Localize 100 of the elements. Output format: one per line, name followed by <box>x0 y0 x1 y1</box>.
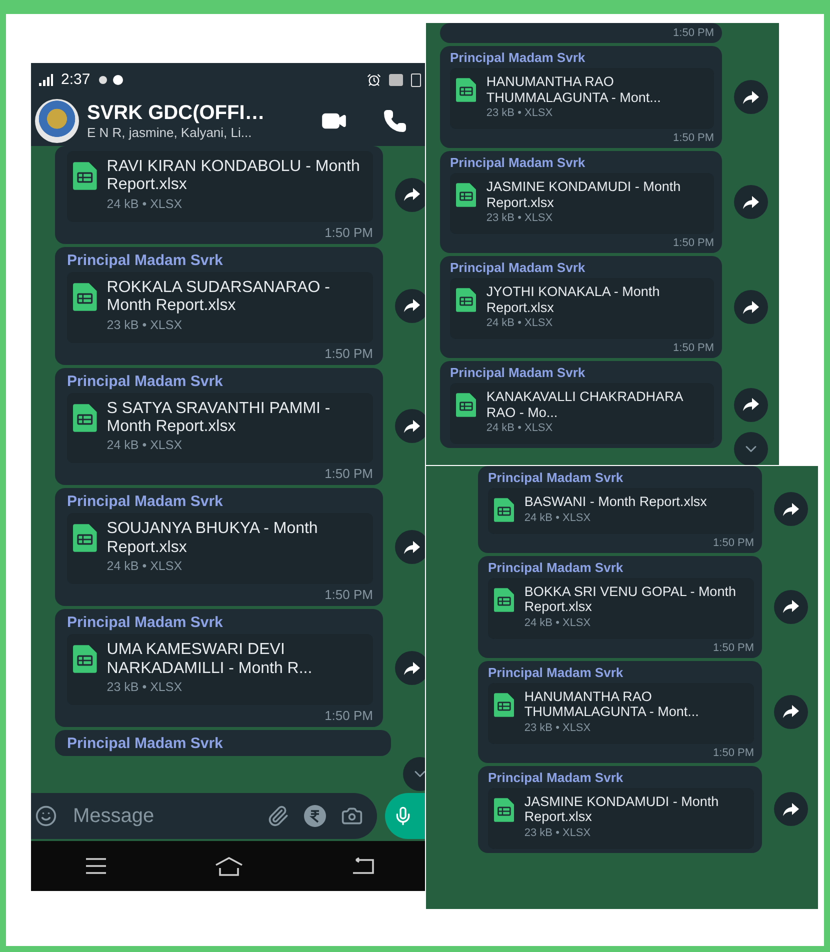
message-bubble[interactable]: RAVI KIRAN KONDABOLU - Month Report.xlsx 24 kB • XLSX 1:50 PM <box>55 146 383 244</box>
forward-button[interactable] <box>734 290 768 324</box>
message-bubble[interactable]: 1:50 PM <box>440 23 722 43</box>
message-time: 1:50 PM <box>673 132 714 144</box>
notification-icon <box>98 74 124 86</box>
forward-button[interactable] <box>774 694 808 729</box>
spreadsheet-file-icon <box>73 645 97 674</box>
scroll-down-button[interactable] <box>734 432 768 466</box>
rupee-icon[interactable] <box>303 804 327 828</box>
file-name: JASMINE KONDAMUDI - Month Report.xlsx <box>524 794 720 825</box>
message-time: 1:50 PM <box>713 642 754 654</box>
forward-button[interactable] <box>774 792 808 826</box>
home-icon[interactable] <box>214 856 244 876</box>
file-attachment[interactable]: BOKKA SRI VENU GOPAL - Month Report.xlsx 24 kB • XLSX <box>488 578 754 639</box>
message-bubble[interactable]: Principal Madam Svrk JASMINE KONDAMUDI - Month Report.xlsx 23 kB • XLSX <box>478 766 762 853</box>
spreadsheet-file-icon <box>494 692 514 717</box>
file-attachment[interactable]: JASMINE KONDAMUDI - Month Report.xlsx 23 kB • XLSX <box>488 788 754 849</box>
message-bubble[interactable]: Principal Madam Svrk HANUMANTHA RAO THUMMALAGUNTA - Mont... 23 kB • XLSX 1:50 PM <box>440 46 722 148</box>
file-attachment[interactable]: S SATYA SRAVANTHI PAMMI - Month Report.xlsx 24 kB • XLSX <box>67 392 373 464</box>
phone-call-icon[interactable] <box>383 109 407 133</box>
message-time: 1:50 PM <box>673 237 714 250</box>
file-name: BASWANI - Month Report.xlsx <box>524 494 708 510</box>
attach-icon[interactable] <box>267 805 289 827</box>
forward-button[interactable] <box>734 185 768 220</box>
sender-name: Principal Madam Svrk <box>67 252 224 269</box>
message-field[interactable]: Message <box>31 793 377 839</box>
group-title[interactable]: SVRK GDC(OFFI… <box>87 102 299 125</box>
message-time: 1:50 PM <box>713 746 754 759</box>
emoji-icon[interactable] <box>35 805 57 827</box>
file-attachment[interactable]: UMA KAMESWARI DEVI NARKADAMILLI - Month R... 23 kB • XLSX <box>67 634 373 705</box>
file-attachment[interactable]: RAVI KIRAN KONDABOLU - Month Report.xlsx 24 kB • XLSX <box>67 151 373 222</box>
forward-button[interactable] <box>734 80 768 114</box>
forward-arrow-icon <box>404 299 420 312</box>
file-name: ROKKALA SUDARSANARAO - Month Report.xlsx <box>106 278 331 316</box>
file-size: 23 kB • XLSX <box>524 826 592 839</box>
file-attachment[interactable]: ROKKALA SUDARSANARAO - Month Report.xlsx 23 kB • XLSX <box>67 272 373 343</box>
file-name: HANUMANTHA RAO THUMMALAGUNTA - Mont... <box>524 688 700 720</box>
camera-icon[interactable] <box>341 805 363 827</box>
back-icon[interactable] <box>351 857 376 875</box>
forward-arrow-icon <box>404 420 420 433</box>
file-attachment[interactable]: HANUMANTHA RAO THUMMALAGUNTA - Mont... 23 kB • XLSX <box>488 682 754 744</box>
file-size: 23 kB • XLSX <box>486 107 554 120</box>
file-name: JASMINE KONDAMUDI - Month Report.xlsx <box>486 179 682 210</box>
file-attachment[interactable]: JASMINE KONDAMUDI - Month Report.xlsx 23 kB • XLSX <box>450 173 714 234</box>
spreadsheet-file-icon <box>494 498 514 522</box>
sender-name: Principal Madam Svrk <box>67 372 224 390</box>
group-avatar[interactable] <box>35 99 79 143</box>
message-time: 1:50 PM <box>324 224 373 240</box>
spreadsheet-file-icon <box>73 524 97 552</box>
file-size: 24 kB • XLSX <box>524 512 592 524</box>
file-size: 23 kB • XLSX <box>106 680 184 694</box>
file-size: 24 kB • XLSX <box>106 196 184 211</box>
file-attachment[interactable]: SOUJANYA BHUKYA - Month Report.xlsx 24 kB • XLSX <box>67 513 373 584</box>
file-attachment[interactable]: KANAKAVALLI CHAKRADHARA RAO - Mo... 24 kB • XLSX <box>450 383 714 444</box>
file-name: KANAKAVALLI CHAKRADHARA RAO - Mo... <box>486 389 684 420</box>
file-size: 24 kB • XLSX <box>486 317 554 330</box>
message-bubble[interactable]: Principal Madam Svrk BASWANI - Month Report.xlsx 24 kB • XLSX 1:50 PM <box>478 466 762 553</box>
file-size: 23 kB • XLSX <box>106 318 184 332</box>
sender-name: Principal Madam Svrk <box>488 770 624 785</box>
spreadsheet-file-icon <box>73 404 97 432</box>
forward-arrow-icon <box>783 705 799 718</box>
message-bubble[interactable]: Principal Madam Svrk S SATYA SRAVANTHI PAMMI - Month Report.xlsx 24 kB • XLSX 1:50 PM <box>55 368 383 486</box>
message-bubble[interactable]: Principal Madam Svrk ROKKALA SUDARSANARAO - Month Report.xlsx 23 kB • XLSX 1:50 PM <box>55 246 383 365</box>
message-bubble[interactable]: Principal Madam Svrk BOKKA SRI VENU GOPAL - Month Report.xlsx 24 kB • XLSX 1:50 PM <box>478 556 762 658</box>
forward-arrow-icon <box>783 502 799 516</box>
spreadsheet-file-icon <box>456 393 476 418</box>
sender-name: Principal Madam Svrk <box>488 560 624 575</box>
message-time: 1:50 PM <box>673 27 714 39</box>
file-name: JYOTHI KONAKALA - Month Report.xlsx <box>486 284 661 316</box>
file-size: 24 kB • XLSX <box>106 438 184 452</box>
forward-arrow-icon <box>743 398 759 412</box>
file-size: 24 kB • XLSX <box>524 616 592 629</box>
sender-name: Principal Madam Svrk <box>67 493 224 510</box>
forward-button[interactable] <box>774 590 808 624</box>
alarm-icon <box>367 72 381 86</box>
sender-name: Principal Madam Svrk <box>450 50 586 65</box>
sender-name: Principal Madam Svrk <box>67 614 224 632</box>
file-attachment[interactable]: HANUMANTHA RAO THUMMALAGUNTA - Mont... 23 kB • XLSX <box>450 68 714 130</box>
message-bubble[interactable]: Principal Madam Svrk <box>55 730 391 756</box>
message-time: 1:50 PM <box>324 466 373 482</box>
file-attachment[interactable]: JYOTHI KONAKALA - Month Report.xlsx 24 kB • XLSX <box>450 278 714 340</box>
file-attachment[interactable]: BASWANI - Month Report.xlsx 24 kB • XLSX <box>488 488 754 534</box>
clock-time: 2:37 <box>61 71 90 88</box>
forward-arrow-icon <box>404 662 420 675</box>
forward-arrow-icon <box>404 188 420 202</box>
spreadsheet-file-icon <box>456 78 476 102</box>
message-bubble[interactable]: Principal Madam Svrk HANUMANTHA RAO THUMMALAGUNTA - Mont... 23 kB • XLSX 1:50 PM <box>478 660 762 763</box>
sender-name: Principal Madam Svrk <box>67 734 224 752</box>
message-bubble[interactable]: Principal Madam Svrk KANAKAVALLI CHAKRADHARA RAO - Mo... 24 kB • XLSX <box>440 361 722 448</box>
forward-button[interactable] <box>774 492 808 526</box>
message-bubble[interactable]: Principal Madam Svrk JYOTHI KONAKALA - Month Report.xlsx 24 kB • XLSX 1:50 PM <box>440 256 722 358</box>
message-bubble[interactable]: Principal Madam Svrk SOUJANYA BHUKYA - Month Report.xlsx 24 kB • XLSX 1:50 PM <box>55 488 383 606</box>
sender-name: Principal Madam Svrk <box>450 155 586 170</box>
forward-button[interactable] <box>734 388 768 422</box>
file-name: BOKKA SRI VENU GOPAL - Month Report.xlsx <box>524 584 737 615</box>
message-bubble[interactable]: Principal Madam Svrk UMA KAMESWARI DEVI NARKADAMILLI - Month R... 23 kB • XLSX 1:50 PM <box>55 609 383 727</box>
file-name: SOUJANYA BHUKYA - Month Report.xlsx <box>106 520 319 558</box>
message-bubble[interactable]: Principal Madam Svrk JASMINE KONDAMUDI - Month Report.xlsx 23 kB • XLSX 1:50 PM <box>440 151 722 254</box>
menu-icon[interactable] <box>84 858 107 874</box>
spreadsheet-file-icon <box>73 162 97 190</box>
